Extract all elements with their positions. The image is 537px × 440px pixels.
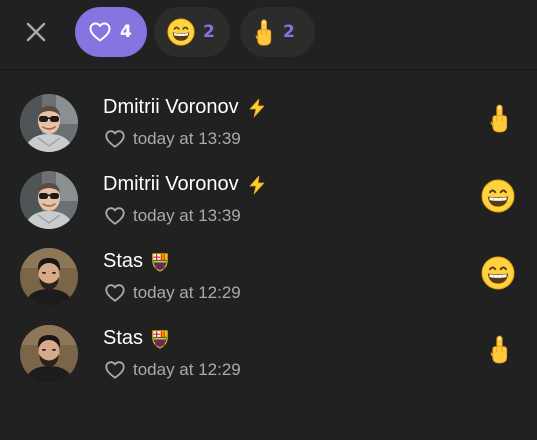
tab-middle-finger-reactions[interactable]: 2	[240, 7, 315, 57]
avatar	[20, 325, 78, 383]
heart-icon	[104, 128, 126, 150]
reaction-row[interactable]: Stas today at 12:29	[0, 234, 537, 311]
reactions-header: 4 2 2	[0, 0, 537, 70]
middle-finger-emoji-icon	[488, 311, 511, 388]
fc-barcelona-crest-icon	[151, 252, 169, 272]
heart-icon	[88, 20, 112, 44]
avatar	[20, 171, 78, 229]
lightning-emoji-icon	[247, 175, 267, 195]
reaction-time: today at 13:39	[133, 129, 241, 148]
reactions-panel: 4 2 2 Dmitrii Voronov today at 13:39 Dmi…	[0, 0, 537, 440]
reaction-time: today at 12:29	[133, 283, 241, 302]
tab-count: 2	[203, 22, 215, 42]
lightning-emoji-icon	[247, 98, 267, 118]
heart-icon	[104, 205, 126, 227]
reaction-row[interactable]: Stas today at 12:29	[0, 311, 537, 388]
reaction-time: today at 12:29	[133, 360, 241, 379]
user-name: Dmitrii Voronov	[103, 96, 239, 118]
grin-emoji-icon	[481, 234, 515, 311]
user-name: Dmitrii Voronov	[103, 173, 239, 195]
grin-emoji-icon	[481, 157, 515, 234]
close-icon	[26, 22, 46, 42]
grin-emoji-icon	[167, 18, 195, 46]
avatar	[20, 248, 78, 306]
user-name: Stas	[103, 327, 144, 349]
user-name: Stas	[103, 250, 144, 272]
fc-barcelona-crest-icon	[151, 329, 169, 349]
reaction-row[interactable]: Dmitrii Voronov today at 13:39	[0, 80, 537, 157]
heart-icon	[104, 359, 126, 381]
close-button[interactable]	[18, 14, 54, 50]
middle-finger-emoji-icon	[253, 18, 275, 47]
reaction-time: today at 13:39	[133, 206, 241, 225]
reaction-row[interactable]: Dmitrii Voronov today at 13:39	[0, 157, 537, 234]
heart-icon	[104, 282, 126, 304]
tab-count: 4	[120, 22, 132, 42]
avatar	[20, 94, 78, 152]
middle-finger-emoji-icon	[488, 80, 511, 157]
tab-grin-reactions[interactable]: 2	[154, 7, 230, 57]
tab-all-reactions[interactable]: 4	[75, 7, 147, 57]
tab-count: 2	[283, 22, 295, 42]
